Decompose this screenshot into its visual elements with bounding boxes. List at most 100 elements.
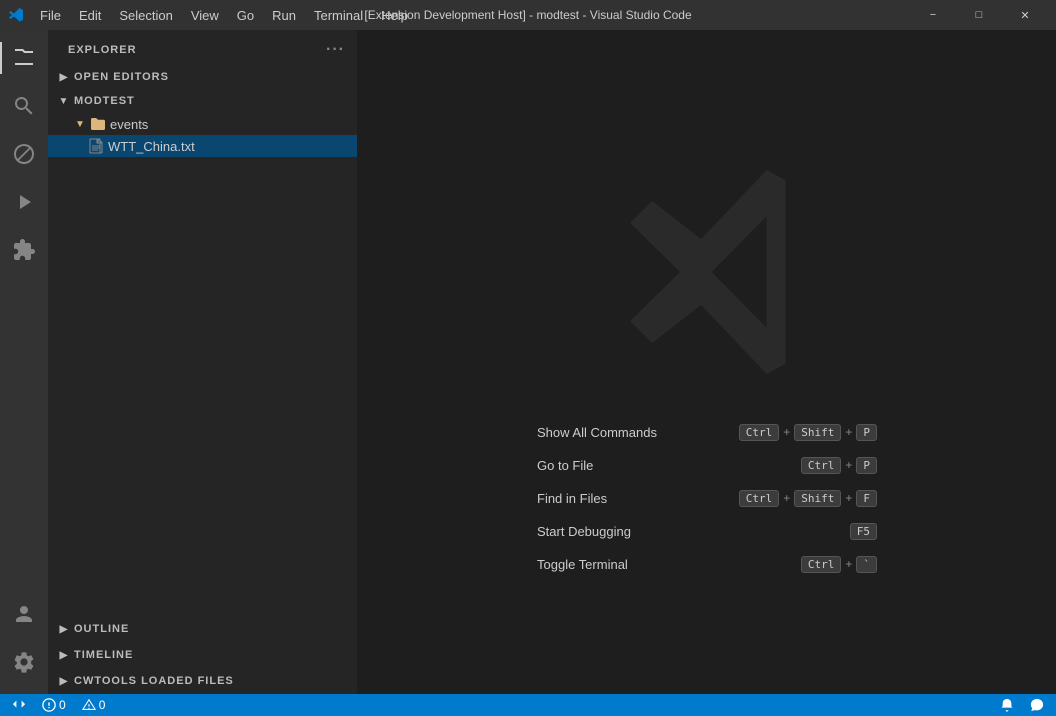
key-ctrl: Ctrl — [739, 490, 780, 507]
error-icon — [42, 698, 56, 712]
window-title: [Extension Development Host] - modtest -… — [364, 8, 691, 22]
chevron-right-icon: ▶ — [56, 69, 72, 85]
cwtools-chevron-icon: ▶ — [56, 673, 72, 689]
key-sep: + — [845, 458, 852, 472]
timeline-label: TIMELINE — [74, 649, 133, 661]
sidebar-bottom: ▶ OUTLINE ▶ TIMELINE ▶ CWTOOLS LOADED FI… — [48, 616, 357, 694]
editor-area: Show All Commands Ctrl + Shift + P Go to… — [358, 30, 1056, 694]
vscode-logo-icon — [8, 7, 24, 23]
activity-account[interactable] — [0, 590, 48, 638]
menu-terminal[interactable]: Terminal — [306, 6, 371, 25]
menu-edit[interactable]: Edit — [71, 6, 109, 25]
file-tree: ▼ events WTT_China.txt — [48, 113, 357, 157]
minimize-button[interactable]: − — [910, 0, 956, 30]
key-ctrl: Ctrl — [801, 457, 842, 474]
feedback-button[interactable] — [1026, 694, 1048, 716]
files-icon — [12, 46, 36, 70]
key-sep: + — [845, 425, 852, 439]
activity-settings[interactable] — [0, 638, 48, 686]
menu-bar: File Edit Selection View Go Run Terminal… — [32, 6, 416, 25]
key-f: F — [856, 490, 877, 507]
shortcut-find-in-files: Find in Files Ctrl + Shift + F — [537, 490, 877, 507]
explorer-title: EXPLORER — [68, 44, 137, 56]
maximize-button[interactable]: □ — [956, 0, 1002, 30]
shortcut-find-in-files-label: Find in Files — [537, 491, 607, 506]
warnings-status[interactable]: 0 — [78, 694, 110, 716]
folder-icon — [90, 116, 106, 132]
warnings-count: 0 — [99, 698, 106, 712]
menu-view[interactable]: View — [183, 6, 227, 25]
shortcut-go-to-file-keys: Ctrl + P — [801, 457, 877, 474]
chevron-down-icon: ▼ — [56, 93, 72, 109]
outline-chevron-icon: ▶ — [56, 621, 72, 637]
errors-status[interactable]: 0 — [38, 694, 70, 716]
menu-file[interactable]: File — [32, 6, 69, 25]
sidebar-content: ▶ OPEN EDITORS ▼ MODTEST ▼ events — [48, 65, 357, 616]
section-open-editors[interactable]: ▶ OPEN EDITORS — [48, 65, 357, 89]
statusbar: 0 0 — [0, 694, 1056, 716]
run-icon — [12, 190, 36, 214]
key-p: P — [856, 424, 877, 441]
activity-bottom — [0, 590, 48, 694]
activity-source-control[interactable] — [0, 130, 48, 178]
section-timeline[interactable]: ▶ TIMELINE — [48, 642, 357, 668]
remote-status[interactable] — [8, 694, 30, 716]
errors-count: 0 — [59, 698, 66, 712]
menu-selection[interactable]: Selection — [111, 6, 180, 25]
key-f5: F5 — [850, 523, 877, 540]
open-editors-label: OPEN EDITORS — [74, 71, 169, 83]
timeline-chevron-icon: ▶ — [56, 647, 72, 663]
statusbar-left: 0 0 — [8, 694, 109, 716]
activity-run[interactable] — [0, 178, 48, 226]
activity-search[interactable] — [0, 82, 48, 130]
git-icon — [12, 142, 36, 166]
warning-icon — [82, 698, 96, 712]
shortcut-go-to-file-label: Go to File — [537, 458, 593, 473]
main-layout: EXPLORER ··· ▶ OPEN EDITORS ▼ MODTEST ▼ — [0, 30, 1056, 694]
shortcut-start-debugging-keys: F5 — [850, 523, 877, 540]
menu-go[interactable]: Go — [229, 6, 262, 25]
shortcut-show-commands-keys: Ctrl + Shift + P — [739, 424, 877, 441]
shortcut-start-debugging-label: Start Debugging — [537, 524, 631, 539]
txt-file-icon — [88, 138, 104, 154]
file-wtt-china-label: WTT_China.txt — [108, 139, 195, 154]
sidebar: EXPLORER ··· ▶ OPEN EDITORS ▼ MODTEST ▼ — [48, 30, 358, 694]
file-wtt-china[interactable]: WTT_China.txt — [48, 135, 357, 157]
key-sep: + — [783, 425, 790, 439]
shortcut-start-debugging: Start Debugging F5 — [537, 523, 877, 540]
key-ctrl: Ctrl — [739, 424, 780, 441]
folder-events[interactable]: ▼ events — [48, 113, 357, 135]
activity-explorer[interactable] — [0, 34, 48, 82]
shortcut-toggle-terminal: Toggle Terminal Ctrl + ` — [537, 556, 877, 573]
explorer-more-button[interactable]: ··· — [326, 41, 345, 59]
shortcut-toggle-terminal-label: Toggle Terminal — [537, 557, 628, 572]
key-sep: + — [783, 491, 790, 505]
section-cwtools[interactable]: ▶ CWTOOLS LOADED FILES — [48, 668, 357, 694]
section-modtest[interactable]: ▼ MODTEST — [48, 89, 357, 113]
shortcut-show-commands: Show All Commands Ctrl + Shift + P — [537, 424, 877, 441]
shortcut-go-to-file: Go to File Ctrl + P — [537, 457, 877, 474]
extensions-icon — [12, 238, 36, 262]
titlebar: File Edit Selection View Go Run Terminal… — [0, 0, 1056, 30]
activity-bar — [0, 30, 48, 694]
vscode-watermark-icon — [587, 152, 827, 392]
menu-run[interactable]: Run — [264, 6, 304, 25]
cwtools-label: CWTOOLS LOADED FILES — [74, 675, 234, 687]
search-icon — [12, 94, 36, 118]
key-shift: Shift — [794, 424, 841, 441]
activity-extensions[interactable] — [0, 226, 48, 274]
folder-events-label: events — [110, 117, 148, 132]
modtest-label: MODTEST — [74, 95, 135, 107]
settings-icon — [12, 650, 36, 674]
shortcut-toggle-terminal-keys: Ctrl + ` — [801, 556, 877, 573]
explorer-header: EXPLORER ··· — [48, 30, 357, 65]
notifications-button[interactable] — [996, 694, 1018, 716]
section-outline[interactable]: ▶ OUTLINE — [48, 616, 357, 642]
window-controls: − □ ✕ — [910, 0, 1048, 30]
key-sep: + — [845, 491, 852, 505]
statusbar-right — [996, 694, 1048, 716]
close-button[interactable]: ✕ — [1002, 0, 1048, 30]
folder-chevron-icon: ▼ — [72, 116, 88, 132]
shortcut-find-in-files-keys: Ctrl + Shift + F — [739, 490, 877, 507]
feedback-icon — [1030, 698, 1044, 712]
